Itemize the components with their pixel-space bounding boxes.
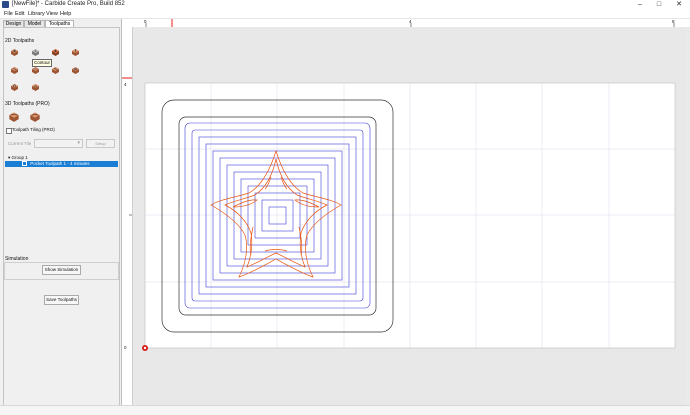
thread-mill-toolpath-icon[interactable] [31,83,40,91]
3d-finish-toolpath-icon[interactable] [29,111,41,122]
left-ruler: 4 0 [122,27,133,405]
ruler-label-left-4: 4 [124,82,127,87]
current-tile-select[interactable]: ▾ [34,139,83,148]
menu-view[interactable]: View [46,10,58,18]
app-logo-icon [2,1,9,8]
maximize-button[interactable]: □ [650,0,668,10]
engrave-toolpath-icon[interactable] [51,66,60,74]
toolpath-item-label: Pocket Toolpath 1 - 4 minutes [30,161,90,166]
menu-edit[interactable]: Edit [15,10,24,18]
origin-marker-center [143,346,147,350]
vertical-scrollbar[interactable] [686,27,690,405]
window-title: [NewFile]* - Carbide Create Pro, Build 8… [12,1,125,7]
rapid-adaptive-toolpath-icon[interactable] [10,83,19,91]
menu-bar: File Edit Library View Help [0,10,690,19]
toolpath-tiling-label: Toolpath Tiling (PRO) [12,127,55,132]
menu-file[interactable]: File [4,10,13,18]
chevron-down-icon: ▾ [77,140,80,146]
top-ruler-ticks: 0 4 8 [144,19,675,27]
tree-collapse-icon[interactable]: ▾ [8,155,10,160]
menu-help[interactable]: Help [60,10,71,18]
left-panel: Design Model Toolpaths [0,19,122,406]
3d-rough-toolpath-icon[interactable] [8,111,20,122]
contour-toolpath-icon[interactable] [10,48,19,56]
toolpath-enabled-checkbox[interactable] [22,161,27,167]
chamfer-toolpath-icon[interactable] [71,66,80,74]
save-toolpaths-button[interactable]: Save Toolpaths [44,295,79,305]
toolpath-preview[interactable] [133,27,690,405]
section-2d-toolpaths-label: 2D Toolpaths [5,38,35,44]
drill-toolpath-icon[interactable] [51,48,60,56]
ruler-label-left-0: 0 [124,345,127,350]
texture-toolpath-icon[interactable] [31,66,40,74]
current-tile-label: Current Tile [8,141,32,146]
toolpath-list-item[interactable]: Pocket Toolpath 1 - 4 minutes [5,161,118,167]
minimize-button[interactable]: – [631,0,649,10]
tiling-setup-button[interactable]: Setup [86,139,115,148]
ruler-label-4: 4 [409,19,412,24]
toolpaths-panel [3,27,120,406]
close-button[interactable]: ✕ [670,0,688,10]
toolpath-group-label: Group 1 [11,155,28,160]
left-ruler-ticks: 4 0 [122,77,132,350]
section-3d-toolpaths-label: 3D Toolpaths (PRO) [5,101,50,107]
design-canvas[interactable] [133,27,690,405]
show-simulation-button[interactable]: Show Simulation [42,265,81,275]
menu-library[interactable]: Library [28,10,45,18]
pocket-toolpath-icon[interactable] [31,48,40,56]
ruler-label-8: 8 [672,19,675,24]
vcarve-toolpath-icon[interactable] [71,48,80,56]
ruler-label-0: 0 [144,19,147,24]
advanced-vcarve-toolpath-icon[interactable] [10,66,19,74]
title-bar: [NewFile]* - Carbide Create Pro, Build 8… [0,0,690,10]
